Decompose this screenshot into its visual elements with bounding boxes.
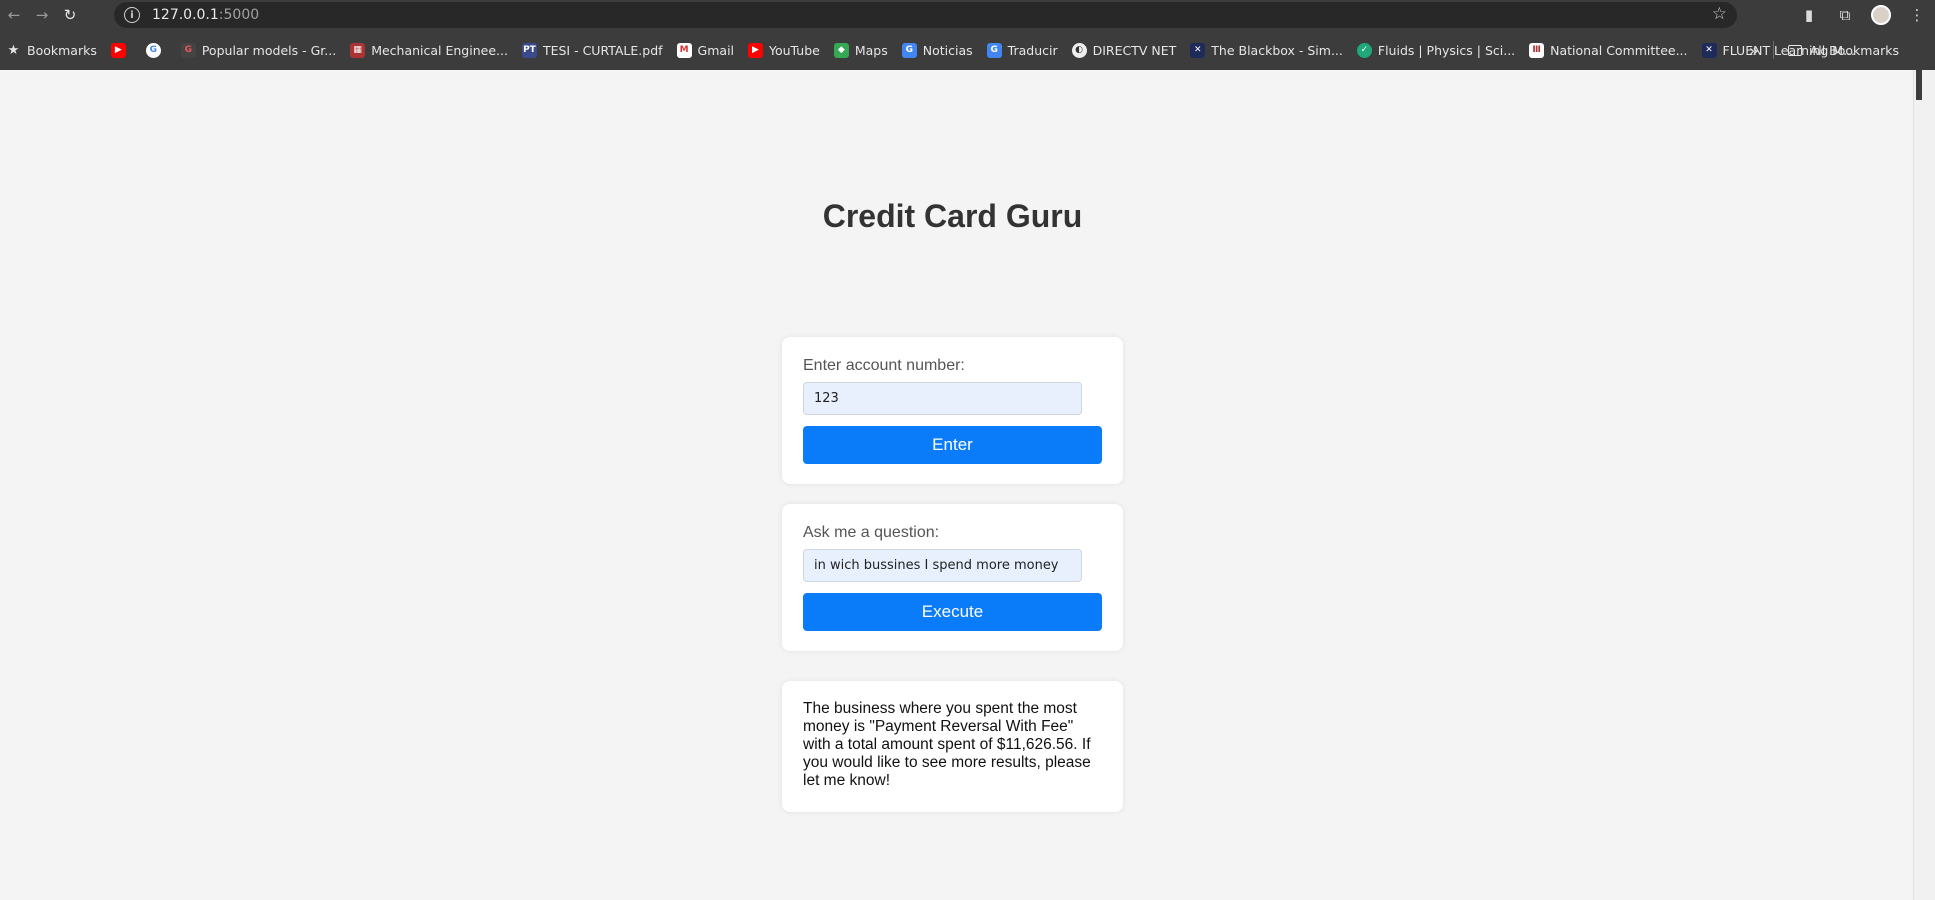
bookmark-label: Noticias [922,42,973,58]
url-text[interactable]: 127.0.0.1:5000 [152,7,259,23]
bookmark-item[interactable]: PT TESI - CURTALE.pdf [521,42,663,58]
puzzle-icon[interactable]: ⧉ [1827,6,1863,24]
bookmark-item[interactable]: G Popular models - Gr... [180,42,337,58]
google-icon: G [145,42,161,58]
bookmark-item[interactable]: ◐ DIRECTV NET [1071,42,1177,58]
bookmark-item[interactable]: G Traducir [986,42,1058,58]
bookmark-item[interactable]: ◆ Maps [833,42,888,58]
profile-avatar[interactable] [1871,5,1891,25]
browser-toolbar: ← → ↻ i 127.0.0.1:5000 ☆ ▮ ⧉ ⋮ [0,0,1935,30]
committee-icon: Ⅲ [1529,42,1545,58]
url-port: :5000 [218,7,260,23]
news-icon: G [901,42,917,58]
bookmark-item[interactable]: ▶ YouTube [748,42,820,58]
account-label: Enter account number: [803,357,965,374]
gmail-icon: M [676,42,692,58]
bookmark-label: Mechanical Enginee... [371,42,508,58]
all-bookmarks-button[interactable]: All Bookmarks [1787,42,1899,58]
bookmarks-bar: ★ Bookmarks ▶ G G Popular models - Gr... ▦… [0,30,1935,70]
enter-button[interactable]: Enter [803,426,1102,464]
scrollbar[interactable] [1913,70,1935,900]
bookmark-label: DIRECTV NET [1092,42,1177,58]
directv-icon: ◐ [1071,42,1087,58]
bookmark-item[interactable]: ✕ The Blackbox - Sim... [1190,42,1343,58]
bookmark-item[interactable]: G Noticias [901,42,973,58]
page-title: Credit Card Guru [822,198,1083,234]
bookmark-label: Bookmarks [27,42,97,58]
question-card: Ask me a question: Execute [782,504,1123,651]
bookmark-label: TESI - CURTALE.pdf [542,42,663,58]
bookmark-item[interactable]: ★ Bookmarks [6,43,97,58]
maps-icon: ◆ [833,42,849,58]
bookmark-label: National Committee... [1550,42,1688,58]
fluent-icon: ✕ [1701,42,1717,58]
bookmarks-bar-right: » All Bookmarks [1749,30,1935,70]
execute-button[interactable]: Execute [803,593,1102,631]
more-bookmarks-icon[interactable]: » [1749,41,1759,60]
bookmark-label: Gmail [697,42,735,58]
folder-icon [1787,44,1802,56]
mech-icon: ▦ [350,42,366,58]
translate-icon: G [986,42,1002,58]
bookmark-star-icon[interactable]: ☆ [1712,4,1727,24]
reload-icon[interactable]: ↻ [56,3,84,27]
bookmark-item[interactable]: ▶ [110,42,132,58]
question-label: Ask me a question: [803,524,940,541]
fluids-icon: ✓ [1356,42,1372,58]
pt-icon: PT [521,42,537,58]
address-bar[interactable]: i 127.0.0.1:5000 ☆ [114,2,1737,28]
question-input[interactable] [803,549,1082,582]
star-icon: ★ [7,42,20,58]
site-info-icon[interactable]: i [124,7,140,23]
bookmark-label: The Blackbox - Sim... [1211,42,1343,58]
bookmark-item[interactable]: M Gmail [676,42,735,58]
extension-icon[interactable]: ▮ [1791,6,1827,24]
back-icon[interactable]: ← [0,3,28,27]
scrollbar-thumb[interactable] [1916,70,1922,100]
account-card: Enter account number: Enter [782,337,1123,484]
bookmark-label: YouTube [769,42,820,58]
youtube-icon: ▶ [110,42,126,58]
menu-icon[interactable]: ⋮ [1899,6,1935,24]
bookmark-label: Traducir [1007,42,1058,58]
bookmark-item[interactable]: Ⅲ National Committee... [1529,42,1688,58]
blackbox-icon: ✕ [1190,42,1206,58]
url-host: 127.0.0.1 [152,7,219,23]
divider [1772,41,1774,59]
bookmark-item[interactable]: ✓ Fluids | Physics | Sci... [1356,42,1516,58]
bookmark-item[interactable]: G [145,42,167,58]
youtube-icon: ▶ [748,42,764,58]
gr-icon: G [180,42,196,58]
all-bookmarks-label: All Bookmarks [1809,42,1899,58]
bookmark-label: Fluids | Physics | Sci... [1377,42,1516,58]
forward-icon[interactable]: → [28,3,56,27]
answer-box: The business where you spent the most mo… [782,681,1123,812]
bookmark-item[interactable]: ▦ Mechanical Enginee... [350,42,508,58]
bookmark-label: Popular models - Gr... [201,42,337,58]
account-number-input[interactable] [803,382,1082,415]
bookmark-label: Maps [854,42,888,58]
